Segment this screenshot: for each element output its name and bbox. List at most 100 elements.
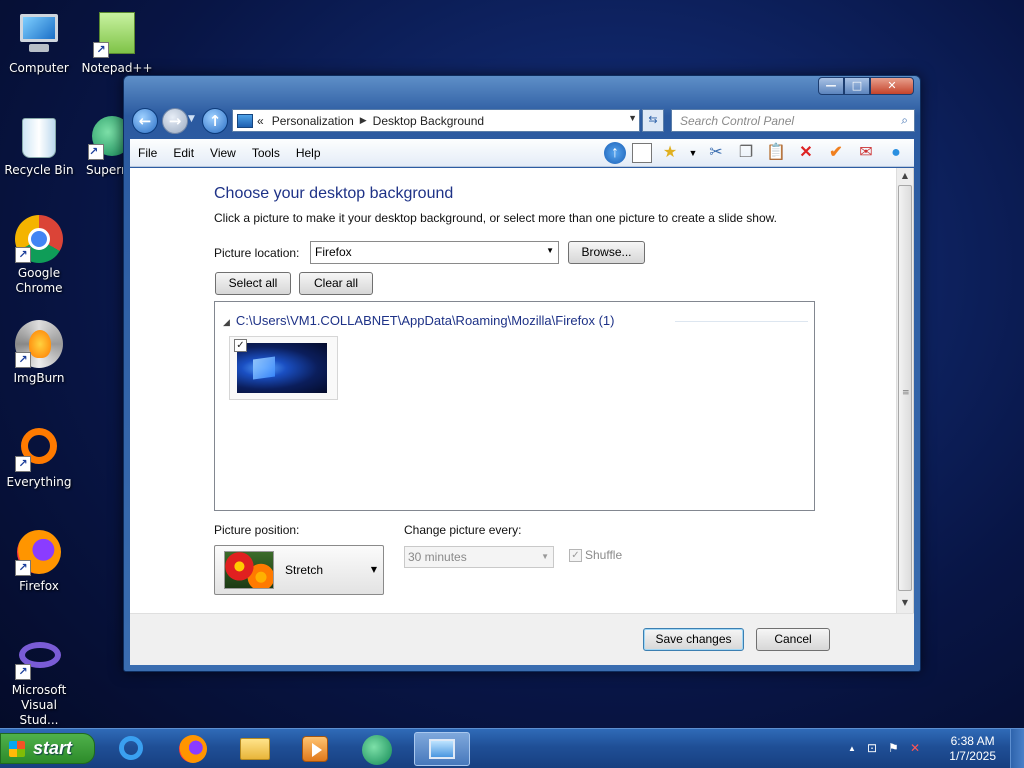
caption-buttons: — □ ✕ <box>818 77 914 95</box>
group-header[interactable]: ◢ C:\Users\VM1.COLLABNET\AppData\Roaming\… <box>223 313 614 328</box>
mail-icon[interactable]: ✉ <box>854 142 878 164</box>
select-all-button[interactable]: Select all <box>215 272 291 295</box>
menu-tools[interactable]: Tools <box>244 146 288 160</box>
desktop-icon-label: Google Chrome <box>15 266 63 295</box>
supernova-icon: ↗ <box>88 112 124 160</box>
copy-icon[interactable]: ❐ <box>734 142 758 164</box>
flowers-thumbnail-image <box>224 551 274 589</box>
breadcrumb-desktop-background[interactable]: Desktop Background <box>373 114 484 128</box>
system-tray: ▲ ⊡ ⚑ ✕ 6:38 AM 1/7/2025 <box>840 729 1024 768</box>
desktop-icon-computer[interactable]: Computer <box>0 10 78 76</box>
vertical-scrollbar[interactable]: ▲ ≡ ▼ <box>896 168 913 613</box>
file-explorer-icon <box>240 738 270 760</box>
change-picture-value: 30 minutes <box>408 550 467 564</box>
clock[interactable]: 6:38 AM 1/7/2025 <box>949 734 996 764</box>
forward-button[interactable]: → <box>162 108 188 134</box>
windows-logo-icon <box>9 741 25 757</box>
control-panel-icon <box>429 739 455 759</box>
desktop-icon-imgburn[interactable]: ↗ ImgBurn <box>0 320 78 386</box>
desktop-icon-recycle-bin[interactable]: Recycle Bin <box>0 112 78 178</box>
notepad-plus-plus-icon: ↗ <box>93 10 141 58</box>
start-label: start <box>33 738 73 758</box>
taskbar-internet-explorer[interactable] <box>111 732 151 766</box>
panel-icon[interactable] <box>632 143 652 163</box>
scroll-up-icon[interactable]: ▲ <box>897 168 913 184</box>
scrollbar-thumb[interactable]: ≡ <box>898 185 912 591</box>
navigation-bar: ← → ▼ ↑ « Personalization ▶ Desktop Back… <box>130 106 915 134</box>
picture-location-value: Firefox <box>315 245 352 259</box>
volume-muted-icon[interactable]: ✕ <box>910 741 920 755</box>
delete-icon[interactable]: ✕ <box>794 142 818 164</box>
search-icon[interactable]: ⌕ <box>901 113 908 128</box>
menu-file[interactable]: File <box>130 146 165 160</box>
shuffle-checkbox: ✓ <box>569 548 582 562</box>
desktop-icon-everything[interactable]: ↗ Everything <box>0 424 78 490</box>
desktop-icon-label: Supern <box>86 163 124 177</box>
start-button[interactable]: start <box>0 733 95 764</box>
back-button[interactable]: ← <box>132 108 158 134</box>
search-placeholder: Search Control Panel <box>680 114 795 128</box>
minimize-button[interactable]: — <box>818 77 844 95</box>
taskbar-media-player[interactable] <box>295 732 335 766</box>
desktop-icon-visual-studio[interactable]: ↗ Microsoft Visual Stud... <box>0 632 78 728</box>
action-center-flag-icon[interactable]: ⚑ <box>888 741 899 755</box>
save-changes-button[interactable]: Save changes <box>643 628 744 651</box>
taskbar-file-explorer[interactable] <box>235 732 275 766</box>
up-button[interactable]: ↑ <box>202 108 228 134</box>
up-arrow-icon[interactable]: ↑ <box>604 142 626 164</box>
maximize-button[interactable]: □ <box>844 77 870 95</box>
close-button[interactable]: ✕ <box>870 77 914 95</box>
address-dropdown-icon[interactable]: ▼ <box>628 113 637 123</box>
picture-location-select[interactable]: Firefox ▼ <box>310 241 559 264</box>
picture-location-label: Picture location: <box>214 246 300 260</box>
desktop-icon-notepad-plus-plus[interactable]: ↗ Notepad++ <box>78 10 156 76</box>
taskbar-browser[interactable] <box>357 732 397 766</box>
picture-thumbnail[interactable]: ✓ <box>229 336 338 400</box>
favorites-icon[interactable]: ★ <box>658 142 682 164</box>
desktop-icon-firefox[interactable]: ↗ Firefox <box>0 528 78 594</box>
show-hidden-icon[interactable]: ▲ <box>848 744 856 753</box>
taskbar: start ▲ ⊡ ⚑ ✕ 6:38 AM 1/7/2025 <box>0 728 1024 768</box>
picture-gallery: ◢ C:\Users\VM1.COLLABNET\AppData\Roaming\… <box>214 301 815 511</box>
menu-edit[interactable]: Edit <box>165 146 202 160</box>
firefox-icon <box>179 735 207 763</box>
breadcrumb-separator-icon[interactable]: ▶ <box>360 115 367 126</box>
forward-arrow-icon: → <box>168 112 182 130</box>
address-bar[interactable]: « Personalization ▶ Desktop Background ▼ <box>232 109 640 132</box>
grip-icon: ≡ <box>902 388 910 398</box>
refresh-button[interactable]: ⇆ <box>642 109 664 132</box>
search-input[interactable]: Search Control Panel ⌕ <box>671 109 915 132</box>
breadcrumb-overflow[interactable]: « <box>257 114 264 128</box>
browse-button[interactable]: Browse... <box>568 241 645 264</box>
clear-all-button[interactable]: Clear all <box>299 272 373 295</box>
picture-position-label: Picture position: <box>214 523 300 537</box>
shuffle-label: Shuffle <box>585 548 623 562</box>
breadcrumb-personalization[interactable]: Personalization <box>272 114 354 128</box>
cut-icon[interactable]: ✂ <box>704 142 728 164</box>
menu-view[interactable]: View <box>202 146 244 160</box>
chevron-down-icon: ▼ <box>541 552 549 561</box>
everything-icon: ↗ <box>15 424 63 472</box>
recent-pages-dropdown[interactable]: ▼ <box>188 114 195 124</box>
cancel-button[interactable]: Cancel <box>756 628 830 651</box>
show-desktop-button[interactable] <box>1010 729 1024 768</box>
back-arrow-icon: ← <box>138 112 152 130</box>
network-icon[interactable]: ⊡ <box>867 741 877 755</box>
check-icon[interactable]: ✔ <box>824 142 848 164</box>
menu-help[interactable]: Help <box>288 146 329 160</box>
taskbar-firefox[interactable] <box>173 732 213 766</box>
desktop-icon-google-chrome[interactable]: ↗ Google Chrome <box>0 215 78 296</box>
scroll-down-icon[interactable]: ▼ <box>897 595 913 611</box>
desktop-icon-supernova[interactable]: ↗ Supern <box>78 112 124 178</box>
collapse-triangle-icon[interactable]: ◢ <box>223 317 230 327</box>
dropdown-icon[interactable]: ▼ <box>688 142 698 164</box>
paste-icon[interactable]: 📋 <box>764 142 788 164</box>
desktop-icon-label: Firefox <box>19 579 59 593</box>
internet-explorer-icon <box>119 736 143 760</box>
chat-icon[interactable]: ● <box>884 142 908 164</box>
recycle-bin-icon <box>22 112 56 160</box>
taskbar-control-panel[interactable] <box>414 732 470 766</box>
thumbnail-checkbox[interactable]: ✓ <box>234 339 247 352</box>
page-title: Choose your desktop background <box>214 185 454 202</box>
picture-position-select[interactable]: Stretch ▼ <box>214 545 384 595</box>
